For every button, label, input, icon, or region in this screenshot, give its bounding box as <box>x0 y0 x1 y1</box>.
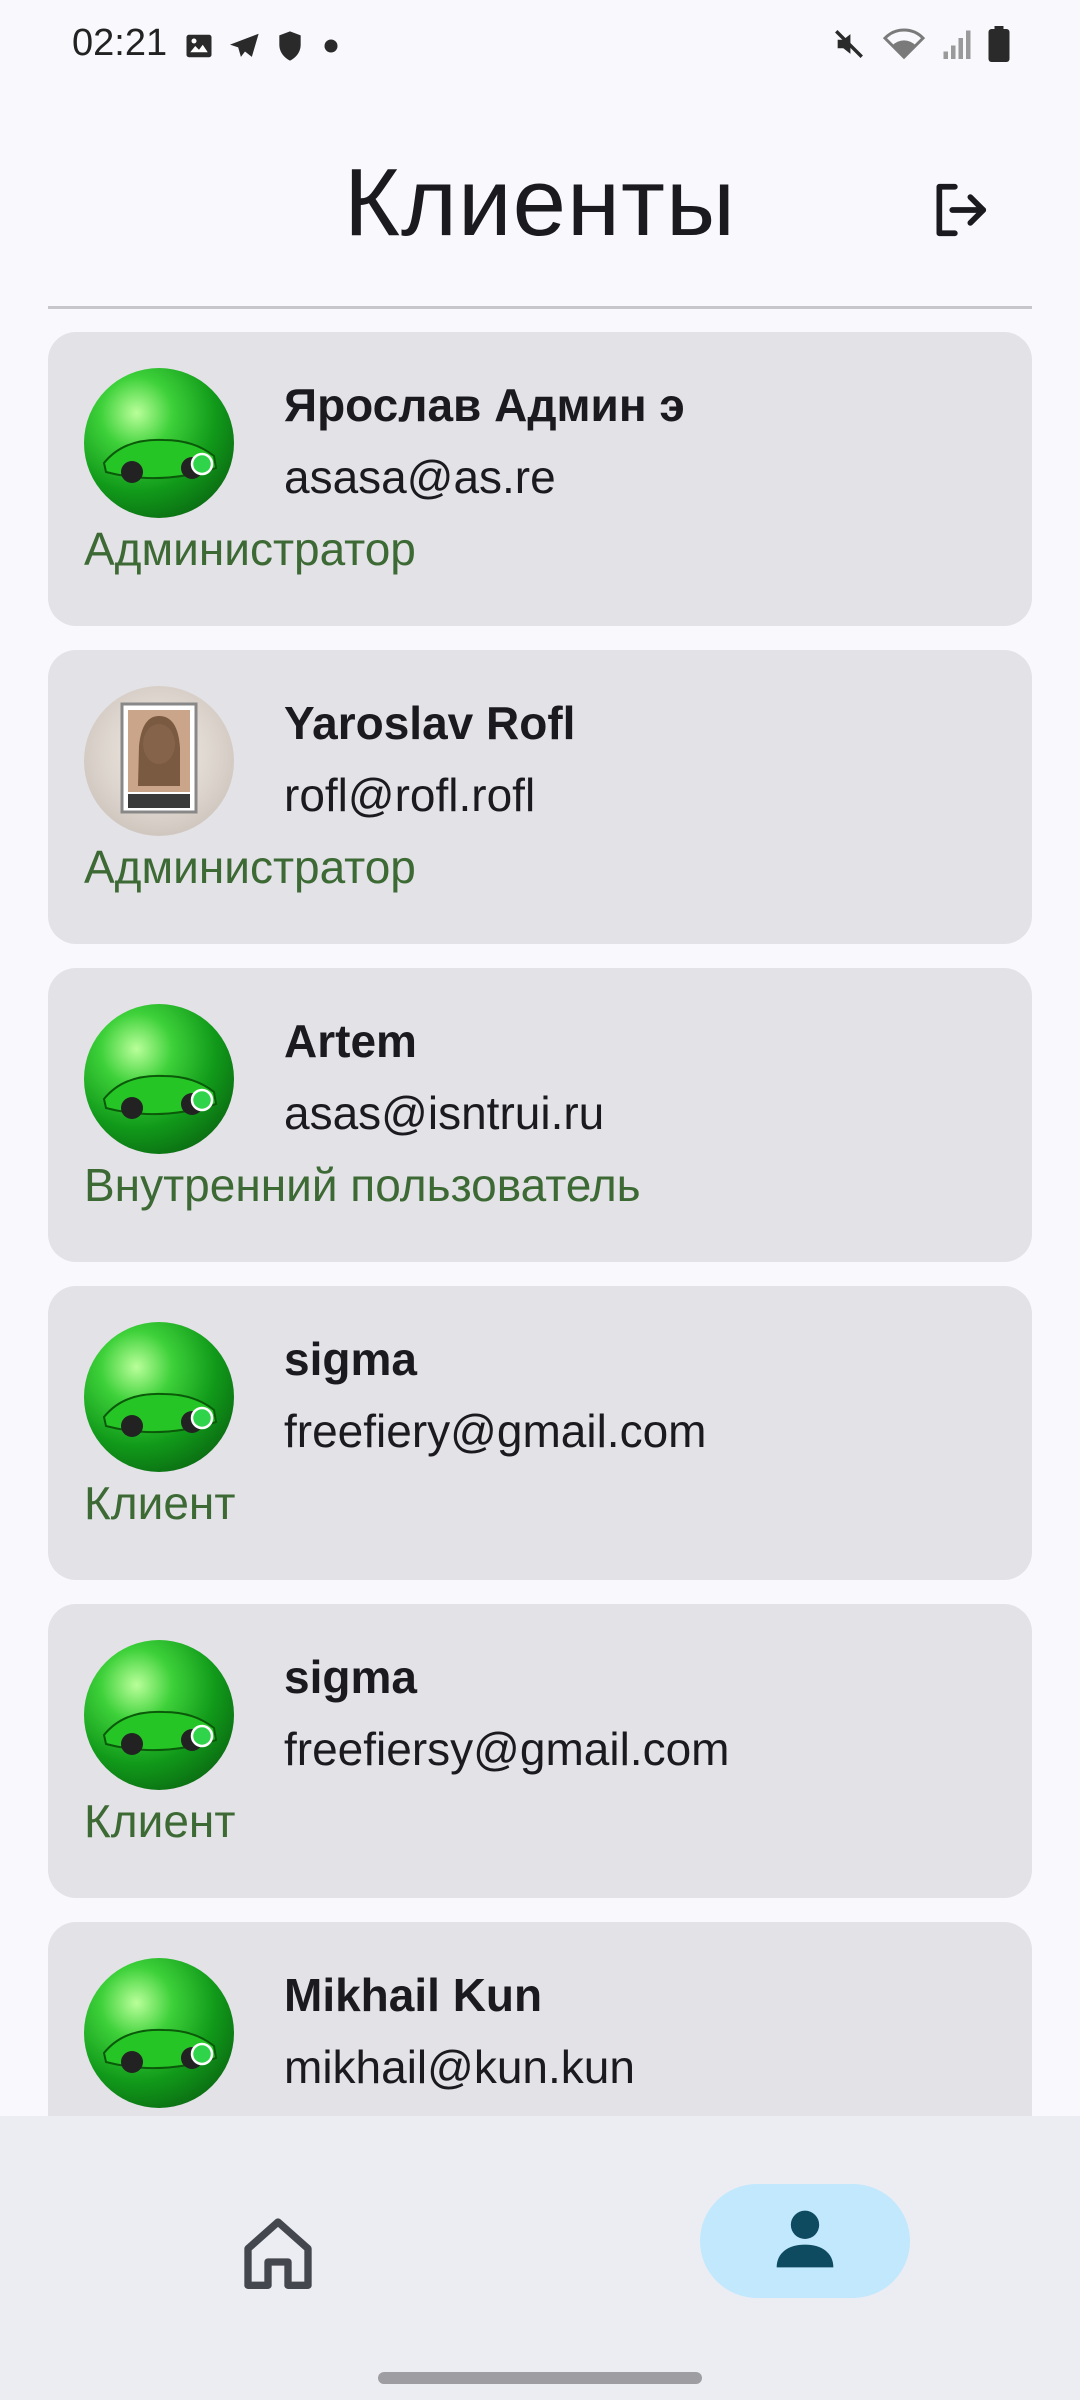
status-bar: 02:21 <box>0 0 1080 96</box>
client-role: Администратор <box>84 523 416 575</box>
client-role: Клиент <box>84 1795 236 1847</box>
client-email: rofl@rofl.rofl <box>284 769 536 821</box>
bottom-navigation <box>0 2116 1080 2400</box>
header-divider <box>48 306 1032 309</box>
client-card[interactable]: Ярослав Админ э asasa@as.re Администрато… <box>48 332 1032 626</box>
client-card[interactable]: Artem asas@isntrui.ru Внутренний пользов… <box>48 968 1032 1262</box>
client-email: asas@isntrui.ru <box>284 1087 605 1139</box>
client-name: sigma <box>284 1651 417 1703</box>
client-email: freefiery@gmail.com <box>284 1405 707 1457</box>
status-right-icons <box>832 26 1010 67</box>
person-icon <box>771 2205 839 2278</box>
client-email: mikhail@kun.kun <box>284 2041 635 2093</box>
telegram-icon <box>228 31 262 66</box>
client-avatar <box>84 1640 234 1790</box>
client-card[interactable]: Yaroslav Rofl rofl@rofl.rofl Администрат… <box>48 650 1032 944</box>
client-avatar <box>84 1958 234 2108</box>
client-avatar <box>84 368 234 518</box>
client-email: asasa@as.re <box>284 451 556 503</box>
client-card[interactable]: sigma freefiery@gmail.com Клиент <box>48 1286 1032 1580</box>
app-header: Клиенты <box>0 96 1080 306</box>
page-title: Клиенты <box>344 149 736 256</box>
status-left-icons <box>184 30 344 67</box>
image-icon <box>184 31 214 66</box>
client-avatar <box>84 1004 234 1154</box>
client-name: Mikhail Kun <box>284 1969 543 2021</box>
home-icon <box>238 2215 318 2294</box>
status-time: 02:21 <box>72 22 168 64</box>
client-name: Yaroslav Rofl <box>284 697 576 749</box>
client-card[interactable]: Mikhail Kun mikhail@kun.kun <box>48 1922 1032 2116</box>
logout-button[interactable] <box>920 172 1000 252</box>
client-role: Внутренний пользователь <box>84 1159 641 1211</box>
home-indicator[interactable] <box>378 2372 702 2384</box>
client-card[interactable]: sigma freefiersy@gmail.com Клиент <box>48 1604 1032 1898</box>
battery-icon <box>988 26 1010 67</box>
wifi-icon <box>882 27 926 66</box>
signal-icon <box>942 27 972 66</box>
client-name: Ярослав Админ э <box>284 379 685 431</box>
client-avatar <box>84 686 234 836</box>
dot-icon <box>318 31 344 66</box>
client-email: freefiersy@gmail.com <box>284 1723 730 1775</box>
shield-icon <box>276 30 304 67</box>
nav-home-button[interactable] <box>218 2204 338 2304</box>
client-name: Artem <box>284 1015 417 1067</box>
nav-clients-button[interactable] <box>700 2184 910 2298</box>
client-role: Администратор <box>84 841 416 893</box>
mute-icon <box>832 27 866 66</box>
client-role: Клиент <box>84 1477 236 1529</box>
client-avatar <box>84 1322 234 1472</box>
logout-icon <box>927 179 993 246</box>
client-name: sigma <box>284 1333 417 1385</box>
clients-list[interactable]: Ярослав Админ э asasa@as.re Администрато… <box>48 332 1032 2116</box>
